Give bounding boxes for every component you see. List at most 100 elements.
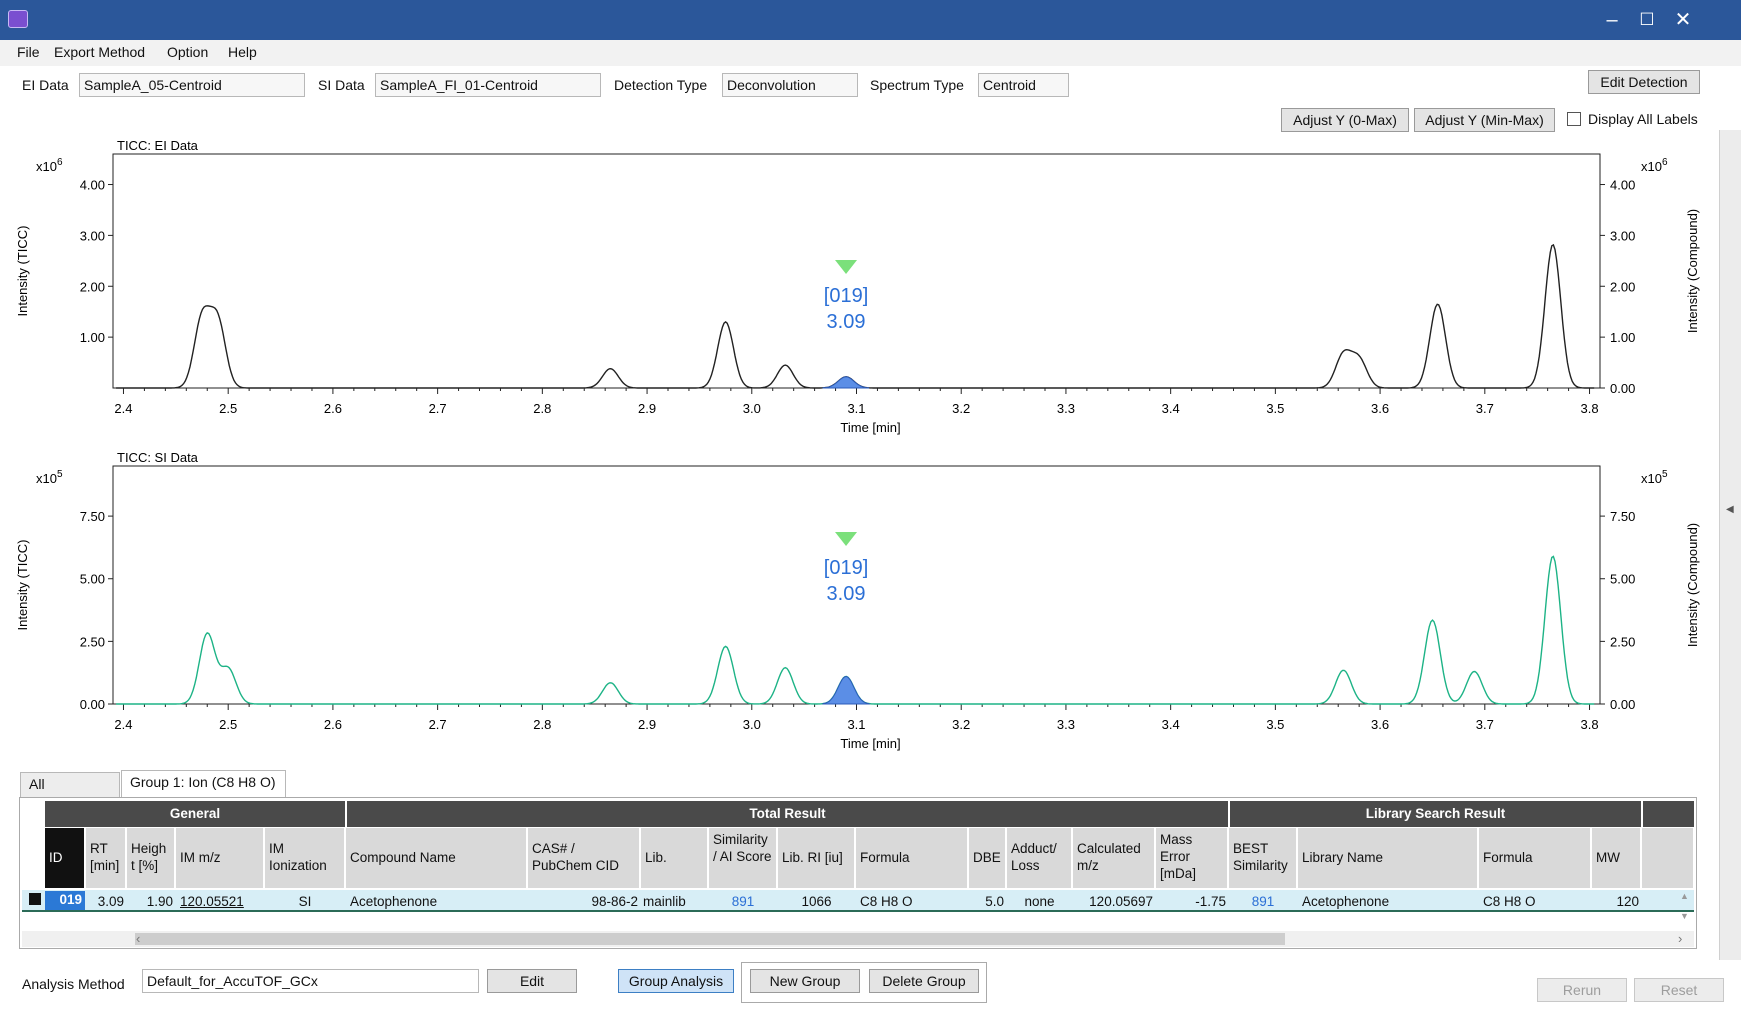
si-chart[interactable]: TICC: SI Data x105 x105 7.50 5.00 2.50 0.00 7.5… (0, 444, 1715, 754)
scroll-left-icon[interactable]: ‹ (136, 931, 140, 946)
chart-title: TICC: SI Data (117, 450, 199, 465)
side-panel-toggle[interactable]: ◀ (1719, 130, 1741, 960)
scroll-up-icon[interactable]: ▲ (1680, 888, 1689, 905)
y-axis-label: Intensity (TICC) (15, 539, 30, 630)
y-right-tick-label: 4.00 (1610, 178, 1635, 193)
spectrum-type-label: Spectrum Type (870, 77, 964, 93)
display-all-labels-checkbox[interactable] (1567, 112, 1581, 126)
ei-data-field[interactable]: SampleA_05-Centroid (79, 73, 305, 97)
x-axis-label: Time [min] (840, 736, 900, 751)
adjust-y-0-max-button[interactable]: Adjust Y (0-Max) (1281, 108, 1409, 132)
col-id[interactable]: ID (45, 828, 85, 888)
x-tick-label: 3.1 (847, 717, 865, 732)
x-tick-label: 2.8 (533, 717, 551, 732)
menu-help[interactable]: Help (228, 44, 257, 60)
x-tick-label: 3.5 (1266, 401, 1284, 416)
ei-data-label: EI Data (22, 77, 69, 93)
analysis-method-field[interactable]: Default_for_AccuTOF_GCx (142, 969, 479, 993)
tab-group-1[interactable]: Group 1: Ion (C8 H8 O) (121, 770, 286, 798)
cell-im-mz[interactable]: 120.05521 (180, 893, 264, 910)
x-tick-label: 3.0 (743, 717, 761, 732)
scrollbar-thumb[interactable] (135, 933, 1285, 945)
peak-marker-icon (835, 260, 858, 274)
y-right-scale-label: x105 (1641, 469, 1668, 486)
x-tick-label: 3.7 (1476, 401, 1494, 416)
col-best-similarity[interactable]: BEST Similarity (1229, 828, 1297, 888)
minimize-icon[interactable]: – (1596, 8, 1628, 32)
row-selector-icon[interactable] (29, 893, 41, 905)
menu-bar: File Export Method Option Help (0, 40, 1741, 66)
scroll-down-icon[interactable]: ▼ (1680, 908, 1689, 925)
col-lib[interactable]: Lib. (641, 828, 708, 888)
col-lib-ri[interactable]: Lib. RI [iu] (778, 828, 855, 888)
x-tick-label: 2.7 (429, 401, 447, 416)
cell-formula: C8 H8 O (860, 894, 913, 909)
cell-calculated-mz: 120.05697 (1089, 894, 1153, 909)
y-right-scale-label: x106 (1641, 157, 1668, 174)
delete-group-button[interactable]: Delete Group (869, 969, 979, 993)
y-tick-label: 5.00 (80, 572, 105, 587)
cell-lib-ri: 1066 (801, 894, 832, 909)
horizontal-scrollbar[interactable]: ‹ › (22, 931, 1694, 947)
x-tick-label: 2.9 (638, 717, 656, 732)
analysis-method-label: Analysis Method (22, 976, 125, 992)
col-similarity[interactable]: Similarity / AI Score (709, 828, 777, 888)
scroll-right-icon[interactable]: › (1678, 931, 1682, 946)
close-icon[interactable]: ✕ (1667, 8, 1699, 32)
menu-option[interactable]: Option (167, 44, 208, 60)
edit-detection-button[interactable]: Edit Detection (1588, 70, 1700, 94)
x-tick-label: 2.5 (219, 401, 237, 416)
col-calculated-mz[interactable]: Calculated m/z (1073, 828, 1155, 888)
group-library-search-header: Library Search Result (1229, 801, 1641, 827)
col-lib-formula[interactable]: Formula (1479, 828, 1591, 888)
col-rt[interactable]: RT [min] (86, 828, 126, 888)
cell-adduct-loss: none (1024, 894, 1055, 909)
adjust-y-min-max-button[interactable]: Adjust Y (Min-Max) (1414, 108, 1555, 132)
si-data-field[interactable]: SampleA_FI_01-Centroid (375, 73, 601, 97)
col-dbe[interactable]: DBE (969, 828, 1006, 888)
y-tick-label: 4.00 (80, 178, 105, 193)
chart-title: TICC: EI Data (117, 138, 199, 153)
peak-id-label: [019] (824, 557, 868, 579)
peak-marker-icon (835, 532, 858, 546)
x-tick-label: 3.6 (1371, 401, 1389, 416)
x-tick-label: 2.7 (429, 717, 447, 732)
cell-dbe: 5.0 (985, 894, 1004, 909)
title-bar: – ☐ ✕ (0, 0, 1741, 40)
x-tick-label: 2.8 (533, 401, 551, 416)
col-formula[interactable]: Formula (856, 828, 968, 888)
col-im-ionization[interactable]: IM Ionization (265, 828, 345, 888)
spectrum-type-field[interactable]: Centroid (978, 73, 1069, 97)
col-im-mz[interactable]: IM m/z (176, 828, 264, 888)
cell-best-similarity[interactable]: 891 (1229, 893, 1297, 910)
cell-compound-name: Acetophenone (350, 894, 438, 909)
cell-height: 1.90 (146, 894, 173, 909)
maximize-icon[interactable]: ☐ (1631, 8, 1663, 32)
collapse-arrow-icon: ◀ (1726, 504, 1734, 515)
col-library-name[interactable]: Library Name (1298, 828, 1478, 888)
plot-frame (112, 153, 1601, 389)
ei-chart[interactable]: TICC: EI Data x106 x106 4.00 3.00 2.00 1.00 4.0… (0, 132, 1715, 437)
tab-all[interactable]: All (20, 772, 120, 798)
group-blank-header (1642, 801, 1694, 827)
col-mw[interactable]: MW (1592, 828, 1641, 888)
detection-type-field[interactable]: Deconvolution (722, 73, 858, 97)
edit-button[interactable]: Edit (487, 969, 577, 993)
x-tick-label: 3.8 (1580, 401, 1598, 416)
col-compound-name[interactable]: Compound Name (346, 828, 527, 888)
cell-mw: 120 (1616, 894, 1639, 909)
group-general-header: General (45, 801, 345, 827)
col-height[interactable]: Heigh t [%] (127, 828, 175, 888)
col-adduct-loss[interactable]: Adduct/ Loss (1007, 828, 1072, 888)
rerun-button[interactable]: Rerun (1537, 978, 1627, 1002)
y-axis-label: Intensity (TICC) (15, 225, 30, 316)
group-analysis-button[interactable]: Group Analysis (618, 969, 734, 993)
cell-similarity[interactable]: 891 (709, 893, 777, 910)
menu-export-method[interactable]: Export Method (54, 44, 145, 60)
new-group-button[interactable]: New Group (750, 969, 860, 993)
col-mass-error[interactable]: Mass Error [mDa] (1156, 828, 1228, 888)
app-icon (8, 10, 28, 28)
menu-file[interactable]: File (17, 44, 40, 60)
reset-button[interactable]: Reset (1634, 978, 1724, 1002)
col-cas[interactable]: CAS# / PubChem CID (528, 828, 640, 888)
